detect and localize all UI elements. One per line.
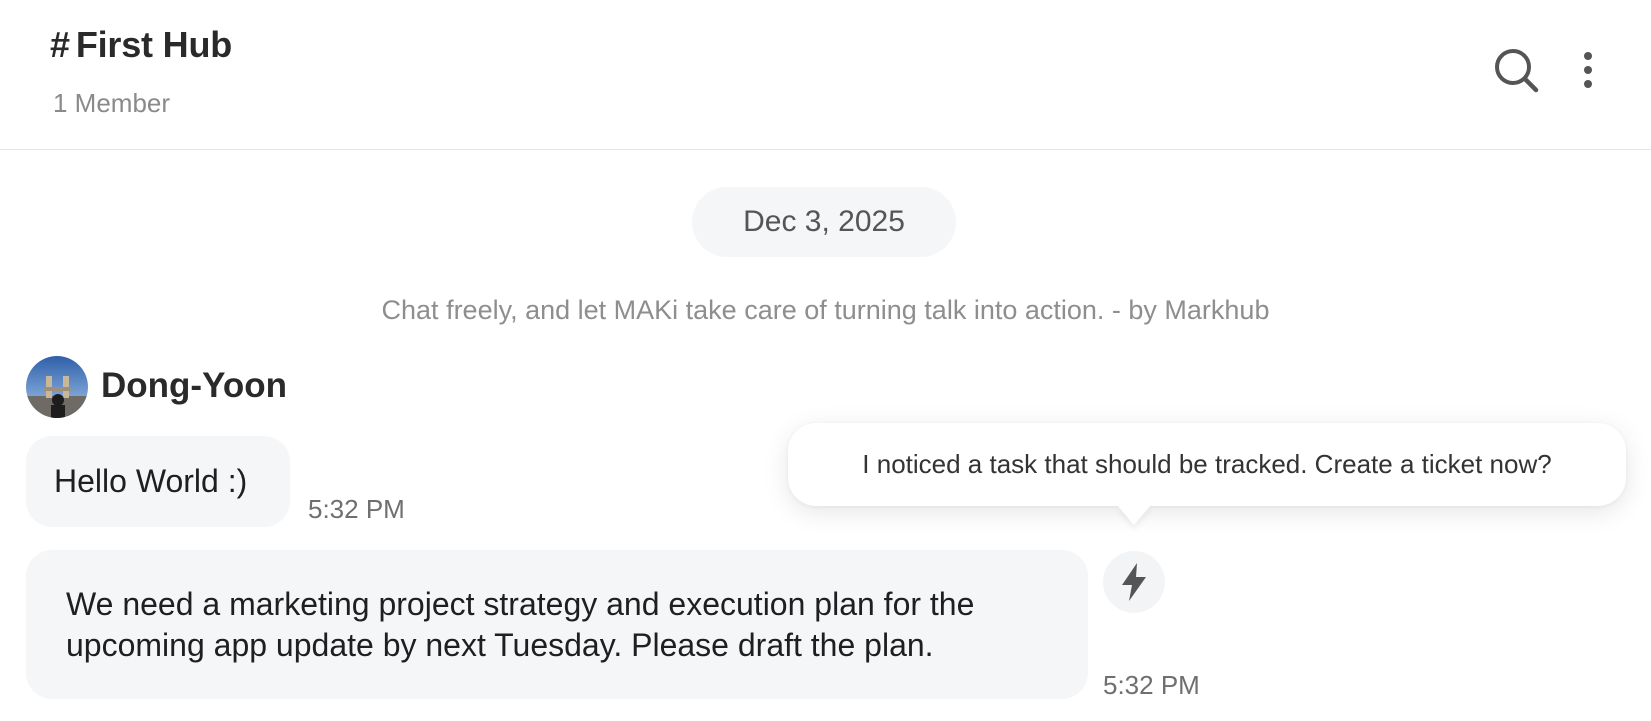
more-vertical-icon: [1584, 52, 1592, 88]
tooltip-text: I noticed a task that should be tracked.…: [862, 449, 1552, 479]
message-bubble[interactable]: Hello World :): [26, 436, 290, 527]
avatar[interactable]: [26, 356, 88, 418]
search-button[interactable]: [1490, 44, 1542, 96]
lightning-bolt-icon: [1122, 563, 1146, 601]
sender-name[interactable]: Dong-Yoon: [101, 366, 287, 406]
member-count[interactable]: 1 Member: [53, 88, 170, 119]
chat-window: # First Hub 1 Member Dec 3, 2025 Chat fre…: [0, 0, 1651, 721]
message-bubble[interactable]: We need a marketing project strategy and…: [26, 550, 1088, 699]
channel-header: # First Hub 1 Member: [0, 0, 1651, 150]
channel-name: First Hub: [75, 24, 233, 65]
message-time: 5:32 PM: [308, 494, 405, 524]
channel-title: # First Hub: [50, 24, 232, 66]
hash-icon: #: [50, 24, 70, 65]
channel-tagline: Chat freely, and let MAKi take care of t…: [381, 295, 1270, 325]
message-text: We need a marketing project strategy and…: [66, 586, 975, 663]
maki-action-button[interactable]: [1103, 551, 1165, 613]
message-time: 5:32 PM: [1103, 670, 1200, 700]
maki-suggestion-tooltip[interactable]: I noticed a task that should be tracked.…: [788, 423, 1626, 506]
message-text: Hello World :): [54, 463, 248, 499]
date-divider: Dec 3, 2025: [692, 187, 956, 257]
avatar-photo: [26, 356, 88, 418]
tooltip-arrow: [1117, 505, 1151, 525]
search-icon: [1495, 49, 1539, 93]
more-options-button[interactable]: [1570, 46, 1606, 94]
